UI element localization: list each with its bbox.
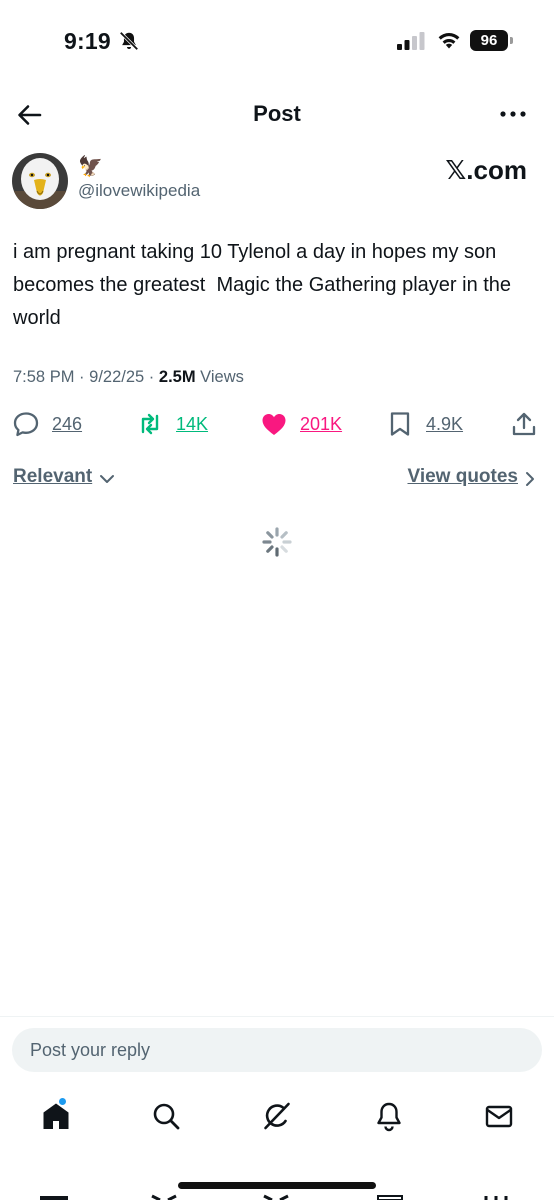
post-header: Post: [0, 92, 554, 138]
page-title: Post: [253, 101, 301, 126]
notifications-icon: [377, 1102, 401, 1132]
more-options-icon[interactable]: [498, 106, 528, 122]
notification-dot: [58, 1097, 67, 1106]
reply-icon: [13, 412, 39, 437]
bookmark-count: 4.9K: [426, 413, 464, 434]
meta-separator: ·: [148, 368, 155, 386]
views-label: Views: [200, 368, 244, 386]
status-bar: 9:19 96: [0, 0, 554, 80]
battery-indicator: 96: [470, 30, 508, 51]
tweet-time: 7:58 PM: [13, 368, 75, 386]
reply-button[interactable]: 246: [12, 406, 82, 442]
cropped-icon-row: [40, 1194, 508, 1200]
share-icon: [512, 412, 536, 436]
tweet-actions: 246 14K 201K 4.9K: [0, 406, 554, 446]
meta-separator: ·: [79, 368, 85, 386]
messages-icon: [485, 1105, 513, 1128]
reply-input[interactable]: Post your reply: [12, 1028, 542, 1072]
grok-icon: [264, 1102, 290, 1130]
author-handle[interactable]: @ilovewikipedia: [78, 181, 200, 201]
avatar[interactable]: [12, 153, 68, 209]
tab-notifications[interactable]: [369, 1094, 409, 1138]
chevron-right-icon[interactable]: [522, 468, 538, 490]
status-time: 9:19: [64, 28, 111, 54]
display-name[interactable]: 🦅: [78, 154, 103, 179]
share-button[interactable]: [510, 406, 538, 442]
battery-tip: [510, 37, 513, 44]
tab-messages[interactable]: [479, 1094, 519, 1138]
reply-count: 246: [52, 413, 83, 434]
view-quotes-link[interactable]: View quotes: [407, 466, 518, 488]
sort-relevant-button[interactable]: Relevant: [13, 466, 92, 488]
tweet-text: i am pregnant taking 10 Tylenol a day in…: [13, 241, 517, 329]
bell-off-icon: [119, 31, 139, 51]
wifi-icon: [438, 33, 460, 49]
tweet-meta: 7:58 PM · 9/22/25 · 2.5M Views: [13, 368, 244, 387]
views-count: 2.5M: [158, 368, 196, 386]
heart-icon: [262, 414, 286, 435]
x-com-brand: 𝕏.com: [445, 155, 527, 185]
replies-filter-row: Relevant View quotes: [0, 464, 554, 494]
home-indicator: [178, 1182, 376, 1189]
tab-search[interactable]: [146, 1094, 186, 1138]
like-count: 201K: [300, 413, 343, 434]
bottom-tab-bar: [0, 1094, 554, 1144]
repost-button[interactable]: 14K: [136, 406, 208, 442]
bookmark-icon: [390, 412, 410, 436]
home-icon: [43, 1103, 69, 1129]
tweet-date: 9/22/25: [89, 368, 145, 386]
tab-home[interactable]: [36, 1094, 76, 1138]
repost-icon: [141, 413, 159, 435]
cellular-signal-icon: [397, 32, 425, 50]
bookmark-button[interactable]: 4.9K: [386, 406, 463, 442]
chevron-down-icon[interactable]: [98, 470, 116, 488]
divider: [0, 1016, 554, 1017]
tab-grok[interactable]: [257, 1094, 297, 1138]
repost-count: 14K: [176, 413, 209, 434]
search-icon: [153, 1103, 180, 1130]
eagle-avatar-image: [12, 153, 68, 209]
like-button[interactable]: 201K: [260, 406, 342, 442]
loading-spinner-icon: [262, 527, 292, 557]
